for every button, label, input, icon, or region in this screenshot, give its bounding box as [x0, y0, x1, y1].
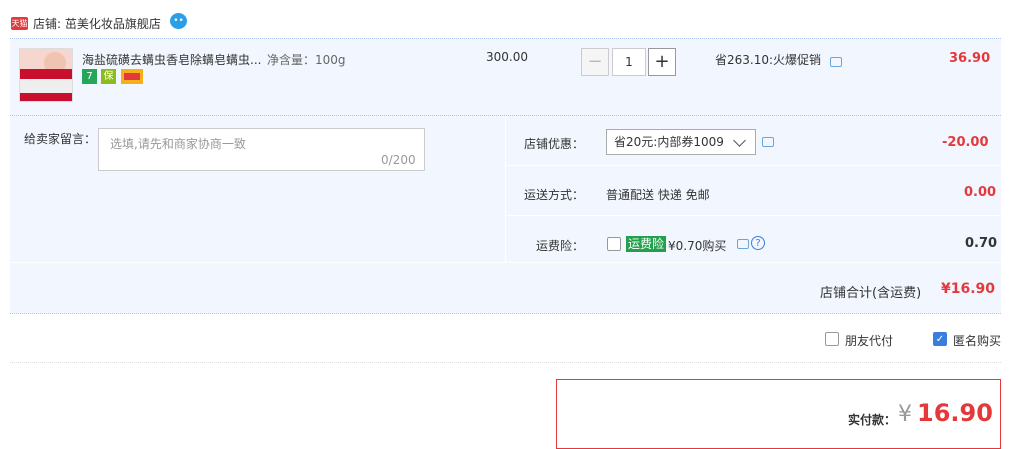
- coupon-select[interactable]: 省20元:内部券1009: [606, 129, 756, 155]
- seven-day-return-icon: 7: [82, 69, 97, 84]
- unit-price: 300.00: [486, 50, 528, 64]
- chat-icon[interactable]: ••: [170, 13, 187, 29]
- coupon-label: 店铺优惠：: [523, 137, 584, 151]
- currency-symbol: ¥: [898, 402, 912, 427]
- friend-pay-checkbox[interactable]: [825, 332, 839, 346]
- insurance-tag: 运费险: [626, 236, 667, 252]
- payment-amount: 16.90: [917, 399, 993, 427]
- divider: [505, 116, 506, 262]
- product-title[interactable]: 海盐硫磺去螨虫香皂除螨皂螨虫...: [82, 51, 262, 68]
- item-total: 36.90: [949, 51, 991, 66]
- shipping-method: 普通配送 快递 免邮: [606, 188, 710, 202]
- credit-card-icon: [121, 69, 143, 84]
- divider: [10, 262, 1001, 263]
- insurance-message-icon[interactable]: [737, 239, 749, 249]
- product-thumbnail[interactable]: [19, 48, 73, 102]
- shipping-label: 运送方式：: [523, 188, 584, 202]
- quantity-increase-button[interactable]: +: [648, 48, 676, 76]
- tmall-badge: 天猫: [11, 17, 28, 30]
- divider: [505, 215, 1001, 216]
- coupon-value: -20.00: [942, 135, 989, 150]
- friend-pay-label[interactable]: 朋友代付: [845, 332, 893, 349]
- message-char-count: 0/200: [381, 153, 416, 167]
- shipping-value: 0.00: [964, 185, 997, 200]
- promo-message-icon[interactable]: [830, 57, 842, 67]
- insurance-price: ¥0.70购买: [668, 239, 727, 253]
- shop-name[interactable]: 店铺: 茁美化妆品旗舰店: [33, 15, 161, 32]
- divider: [10, 362, 1001, 363]
- quantity-decrease-button[interactable]: −: [581, 48, 609, 76]
- insurance-value: 0.70: [965, 236, 998, 251]
- anonymous-label[interactable]: 匿名购买: [953, 332, 1001, 349]
- help-icon[interactable]: ?: [751, 236, 765, 250]
- message-label: 给卖家留言：: [24, 132, 97, 146]
- shop-total-value: ¥16.90: [941, 281, 996, 297]
- shop-total-label: 店铺合计(含运费): [820, 286, 922, 301]
- product-spec: 净含量：100g: [267, 53, 346, 67]
- coupon-message-icon[interactable]: [762, 137, 774, 147]
- payment-label: 实付款：: [848, 413, 897, 427]
- promo-text: 省263.10:火爆促销: [715, 53, 822, 67]
- insurance-label: 运费险：: [535, 239, 584, 253]
- divider: [505, 165, 1001, 166]
- anonymous-checkbox[interactable]: ✓: [933, 332, 947, 346]
- insurance-checkbox[interactable]: [607, 237, 621, 251]
- quantity-input[interactable]: 1: [612, 48, 646, 76]
- shield-icon: 保: [101, 69, 116, 84]
- message-placeholder: 选填,请先和商家协商一致: [110, 137, 246, 151]
